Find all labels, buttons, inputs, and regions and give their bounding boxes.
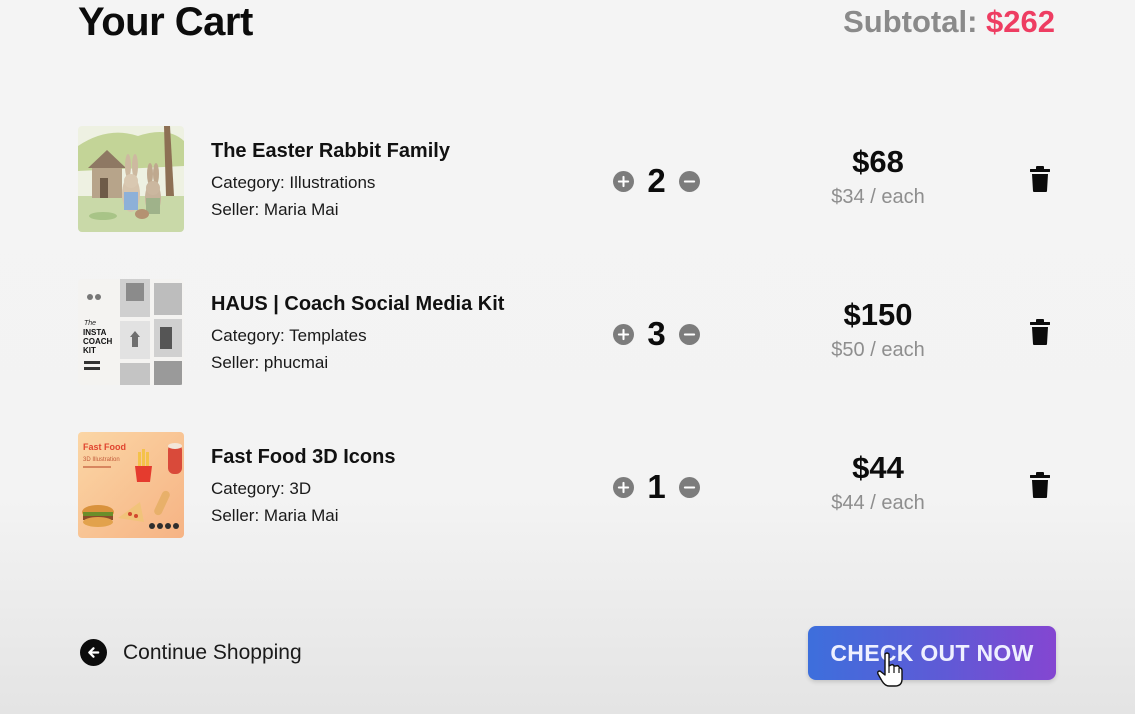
product-info: The Easter Rabbit Family Category: Illus… <box>211 140 450 223</box>
easter-rabbit-image <box>78 126 184 232</box>
coach-social-media-kit-image: The INSTA COACH KIT <box>78 279 184 385</box>
unit-price: $34 / each <box>831 186 925 208</box>
unit-price: $44 / each <box>831 492 925 514</box>
increase-quantity-button[interactable] <box>613 170 634 192</box>
price-column: $150 $50 / each <box>778 297 978 362</box>
svg-text:The: The <box>84 320 96 327</box>
product-category: Category: Illustrations <box>211 173 376 192</box>
arrow-left-icon <box>80 639 107 666</box>
product-thumbnail[interactable]: Fast Food 3D Illustration <box>78 432 184 538</box>
cart-item: Fast Food 3D Illustration Fast Food 3D I… <box>0 432 1135 542</box>
product-name[interactable]: HAUS | Coach Social Media Kit <box>211 293 504 316</box>
checkout-button[interactable]: CHECK OUT NOW <box>808 626 1056 680</box>
trash-icon <box>1030 472 1050 498</box>
price-column: $68 $34 / each <box>778 144 978 209</box>
cart-item: The INSTA COACH KIT HAUS | Coach Social … <box>0 279 1135 389</box>
decrease-quantity-button[interactable] <box>679 476 700 498</box>
product-category: Category: Templates <box>211 326 367 345</box>
minus-icon <box>683 332 696 336</box>
svg-text:Fast Food: Fast Food <box>83 442 126 452</box>
continue-shopping-label: Continue Shopping <box>123 640 302 664</box>
product-thumbnail[interactable] <box>78 126 184 232</box>
minus-icon <box>683 485 696 489</box>
svg-text:3D Illustration: 3D Illustration <box>83 457 120 463</box>
decrease-quantity-button[interactable] <box>679 170 700 192</box>
product-thumbnail[interactable]: The INSTA COACH KIT <box>78 279 184 385</box>
product-name[interactable]: Fast Food 3D Icons <box>211 446 395 469</box>
increase-quantity-button[interactable] <box>613 323 634 345</box>
fast-food-3d-icons-image: Fast Food 3D Illustration <box>78 432 184 538</box>
quantity-stepper: 1 <box>613 468 700 506</box>
product-category: Category: 3D <box>211 479 312 498</box>
quantity-value: 1 <box>647 468 666 505</box>
subtotal-amount: $262 <box>986 4 1055 39</box>
trash-icon <box>1030 166 1050 192</box>
product-info: HAUS | Coach Social Media Kit Category: … <box>211 293 504 376</box>
product-seller: Seller: phucmai <box>211 353 329 372</box>
cart-item: The Easter Rabbit Family Category: Illus… <box>0 126 1135 236</box>
svg-text:KIT: KIT <box>83 346 96 355</box>
product-seller: Seller: Maria Mai <box>211 506 339 525</box>
increase-quantity-button[interactable] <box>613 476 634 498</box>
remove-item-button[interactable] <box>1030 166 1050 192</box>
line-total: $68 <box>852 144 904 179</box>
decrease-quantity-button[interactable] <box>679 323 700 345</box>
page-title: Your Cart <box>78 0 253 44</box>
product-name[interactable]: The Easter Rabbit Family <box>211 140 450 163</box>
line-total: $150 <box>843 297 913 332</box>
price-column: $44 $44 / each <box>778 450 978 515</box>
minus-icon <box>683 179 696 183</box>
quantity-value: 2 <box>647 162 666 199</box>
svg-text:COACH: COACH <box>83 337 113 346</box>
trash-icon <box>1030 319 1050 345</box>
svg-text:INSTA: INSTA <box>83 328 107 337</box>
quantity-stepper: 3 <box>613 315 700 353</box>
remove-item-button[interactable] <box>1030 472 1050 498</box>
plus-icon <box>617 328 630 340</box>
product-seller: Seller: Maria Mai <box>211 200 339 219</box>
quantity-stepper: 2 <box>613 162 700 200</box>
plus-icon <box>617 175 630 187</box>
remove-item-button[interactable] <box>1030 319 1050 345</box>
unit-price: $50 / each <box>831 339 925 361</box>
continue-shopping-link[interactable]: Continue Shopping <box>80 639 302 666</box>
subtotal: Subtotal: $262 <box>843 4 1055 40</box>
product-info: Fast Food 3D Icons Category: 3D Seller: … <box>211 446 395 529</box>
quantity-value: 3 <box>647 315 666 352</box>
line-total: $44 <box>852 450 904 485</box>
subtotal-label: Subtotal: <box>843 4 978 39</box>
plus-icon <box>617 481 630 493</box>
